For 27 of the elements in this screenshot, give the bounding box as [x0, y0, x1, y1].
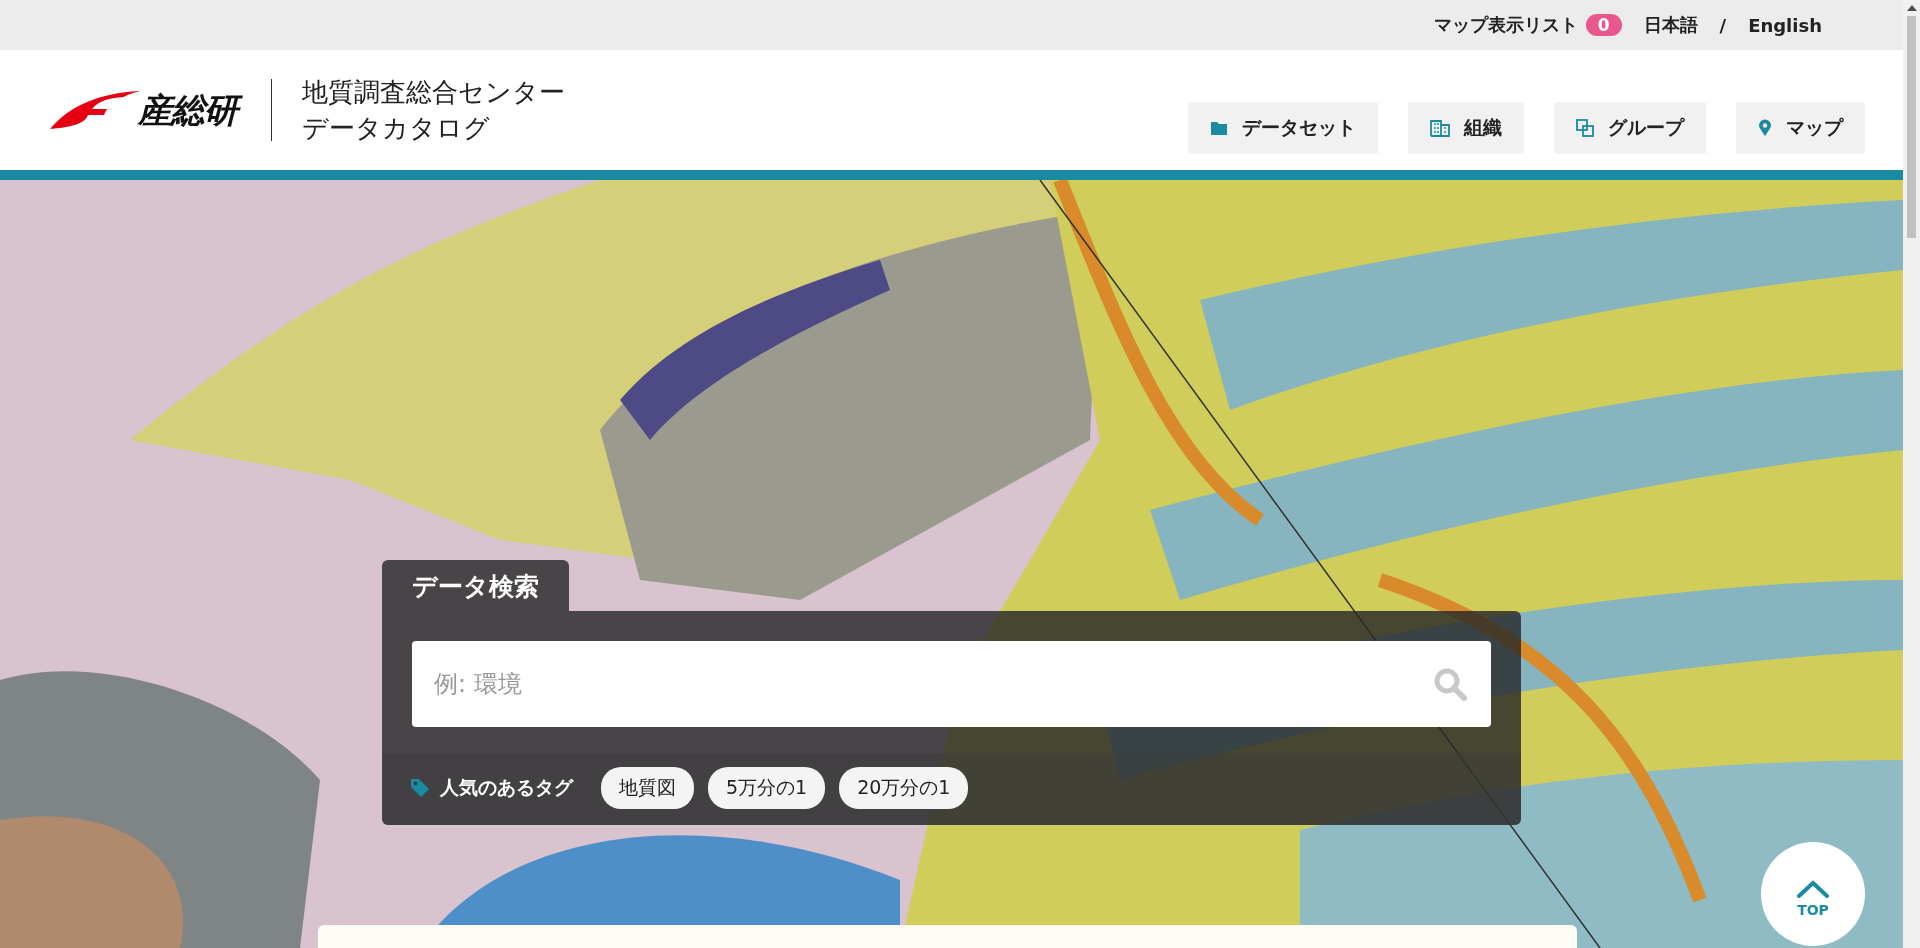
chevron-up-icon [1796, 879, 1830, 898]
nav-button[interactable]: 組織 [1408, 102, 1524, 154]
nav-button[interactable]: マップ [1736, 102, 1865, 154]
overlapping-squares-icon [1576, 119, 1594, 137]
language-link[interactable]: English [1740, 14, 1830, 36]
search-field[interactable]: 例: 環境 [412, 641, 1491, 727]
tag-icon [410, 778, 430, 798]
pin-icon [1758, 119, 1772, 137]
site-title: 地質調査総合センター データカタログ [302, 76, 565, 145]
building-icon [1430, 119, 1450, 137]
language-separator: / [1719, 14, 1727, 36]
search-title: データ検索 [382, 560, 569, 611]
language-link[interactable]: 日本語 [1635, 13, 1706, 37]
tag-chip[interactable]: 20万分の1 [839, 767, 969, 809]
scrollbar-track[interactable] [1903, 0, 1920, 948]
tag-chip[interactable]: 地質図 [601, 767, 694, 809]
folder-icon [1210, 120, 1228, 136]
logo-text: 産総研 [136, 88, 245, 132]
nav-button[interactable]: グループ [1554, 102, 1706, 154]
nav-button[interactable]: データセット [1188, 102, 1378, 154]
search-icon[interactable] [1433, 667, 1467, 701]
map-list-link[interactable]: マップ表示リスト 0 [1433, 13, 1622, 37]
tag-chip[interactable]: 5万分の1 [708, 767, 826, 809]
count-badge: 0 [1585, 14, 1622, 36]
scroll-up-icon[interactable] [1906, 4, 1917, 12]
popular-tags-label: 人気のあるタグ [440, 775, 573, 800]
scrollbar-thumb[interactable] [1907, 16, 1916, 238]
